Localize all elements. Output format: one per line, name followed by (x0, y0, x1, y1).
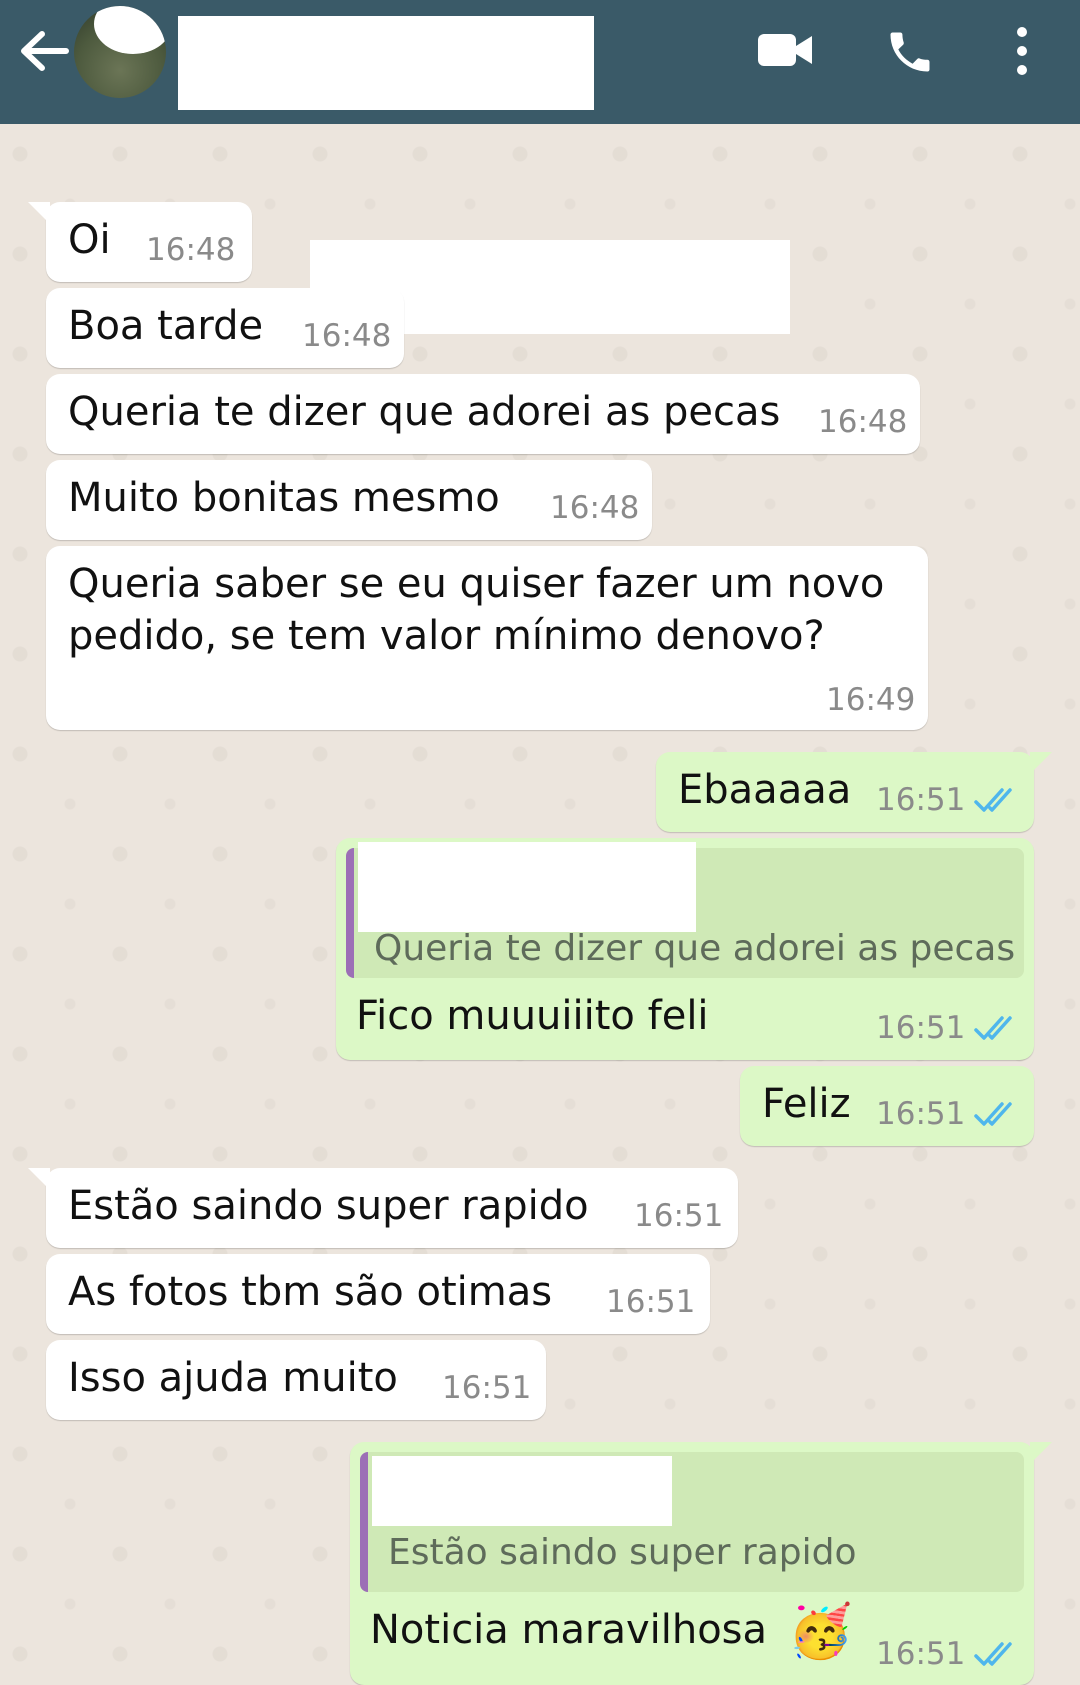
quoted-text: Queria te dizer que adorei as pecas (374, 928, 1016, 969)
phone-icon[interactable] (884, 26, 936, 78)
read-ticks-icon (974, 1642, 1012, 1666)
message-text: Fico muuuiiito feli (356, 993, 709, 1039)
message-text-line: Queria saber se eu quiser fazer um novo (68, 561, 885, 607)
quoted-author-redacted (358, 842, 696, 932)
message-bubble-incoming[interactable]: Muito bonitas mesmo 16:48 (46, 460, 652, 540)
message-time: 16:51 (442, 1370, 532, 1406)
video-camera-icon[interactable] (756, 30, 814, 70)
message-text: Estão saindo super rapido (68, 1183, 589, 1229)
message-bubble-outgoing[interactable]: Ebaaaaa 16:51 (656, 752, 1052, 832)
contact-name-redacted[interactable] (178, 16, 594, 110)
message-text-line: pedido, se tem valor mínimo denovo? (68, 613, 825, 659)
message-bubble-incoming[interactable]: Isso ajuda muito 16:51 (46, 1340, 546, 1420)
message-bubble-incoming[interactable]: As fotos tbm são otimas 16:51 (46, 1254, 710, 1334)
quoted-text: Estão saindo super rapido (388, 1532, 857, 1573)
message-time: 16:48 (146, 232, 236, 268)
message-time: 16:49 (826, 682, 916, 718)
message-bubble-incoming[interactable]: Boa tarde 16:48 (46, 288, 404, 368)
message-text: Oi (68, 217, 111, 263)
message-time: 16:51 (876, 1010, 966, 1046)
party-face-emoji: 🥳 (788, 1602, 853, 1662)
message-bubble-outgoing[interactable]: Queria te dizer que adorei as pecas Fico… (336, 838, 1034, 1060)
message-bubble-incoming[interactable]: Queria saber se eu quiser fazer um novo … (46, 546, 928, 730)
quoted-author-redacted (372, 1456, 672, 1526)
contact-avatar[interactable] (74, 6, 166, 98)
message-bubble-incoming[interactable]: Oi 16:48 (28, 202, 252, 282)
quoted-message[interactable]: Queria te dizer que adorei as pecas (346, 842, 1024, 978)
message-bubble-incoming[interactable]: Queria te dizer que adorei as pecas 16:4… (46, 374, 920, 454)
message-text: Queria te dizer que adorei as pecas (68, 389, 781, 435)
message-text: Ebaaaaa (678, 767, 852, 813)
more-vertical-icon[interactable] (1010, 26, 1034, 76)
arrow-left-icon[interactable] (18, 28, 70, 74)
message-bubble-outgoing[interactable]: Estão saindo super rapido Noticia maravi… (350, 1442, 1052, 1685)
read-ticks-icon (974, 788, 1012, 812)
message-text: Isso ajuda muito (68, 1355, 398, 1401)
message-time: 16:48 (550, 490, 640, 526)
quoted-message[interactable]: Estão saindo super rapido (360, 1452, 1024, 1592)
message-time: 16:51 (876, 1636, 966, 1672)
read-ticks-icon (974, 1016, 1012, 1040)
read-ticks-icon (974, 1102, 1012, 1126)
message-text: Muito bonitas mesmo (68, 475, 500, 521)
message-bubble-incoming[interactable]: Estão saindo super rapido 16:51 (28, 1168, 738, 1248)
message-time: 16:51 (876, 1096, 966, 1132)
message-time: 16:51 (606, 1284, 696, 1320)
message-text: As fotos tbm são otimas (68, 1269, 553, 1315)
message-text: Feliz (762, 1081, 851, 1127)
message-time: 16:48 (818, 404, 908, 440)
message-text: Noticia maravilhosa (370, 1607, 768, 1653)
chat-header (0, 0, 1080, 124)
message-text: Boa tarde (68, 303, 264, 349)
message-bubble-outgoing[interactable]: Feliz 16:51 (740, 1066, 1034, 1146)
message-time: 16:51 (634, 1198, 724, 1234)
message-time: 16:51 (876, 782, 966, 818)
message-time: 16:48 (302, 318, 392, 354)
